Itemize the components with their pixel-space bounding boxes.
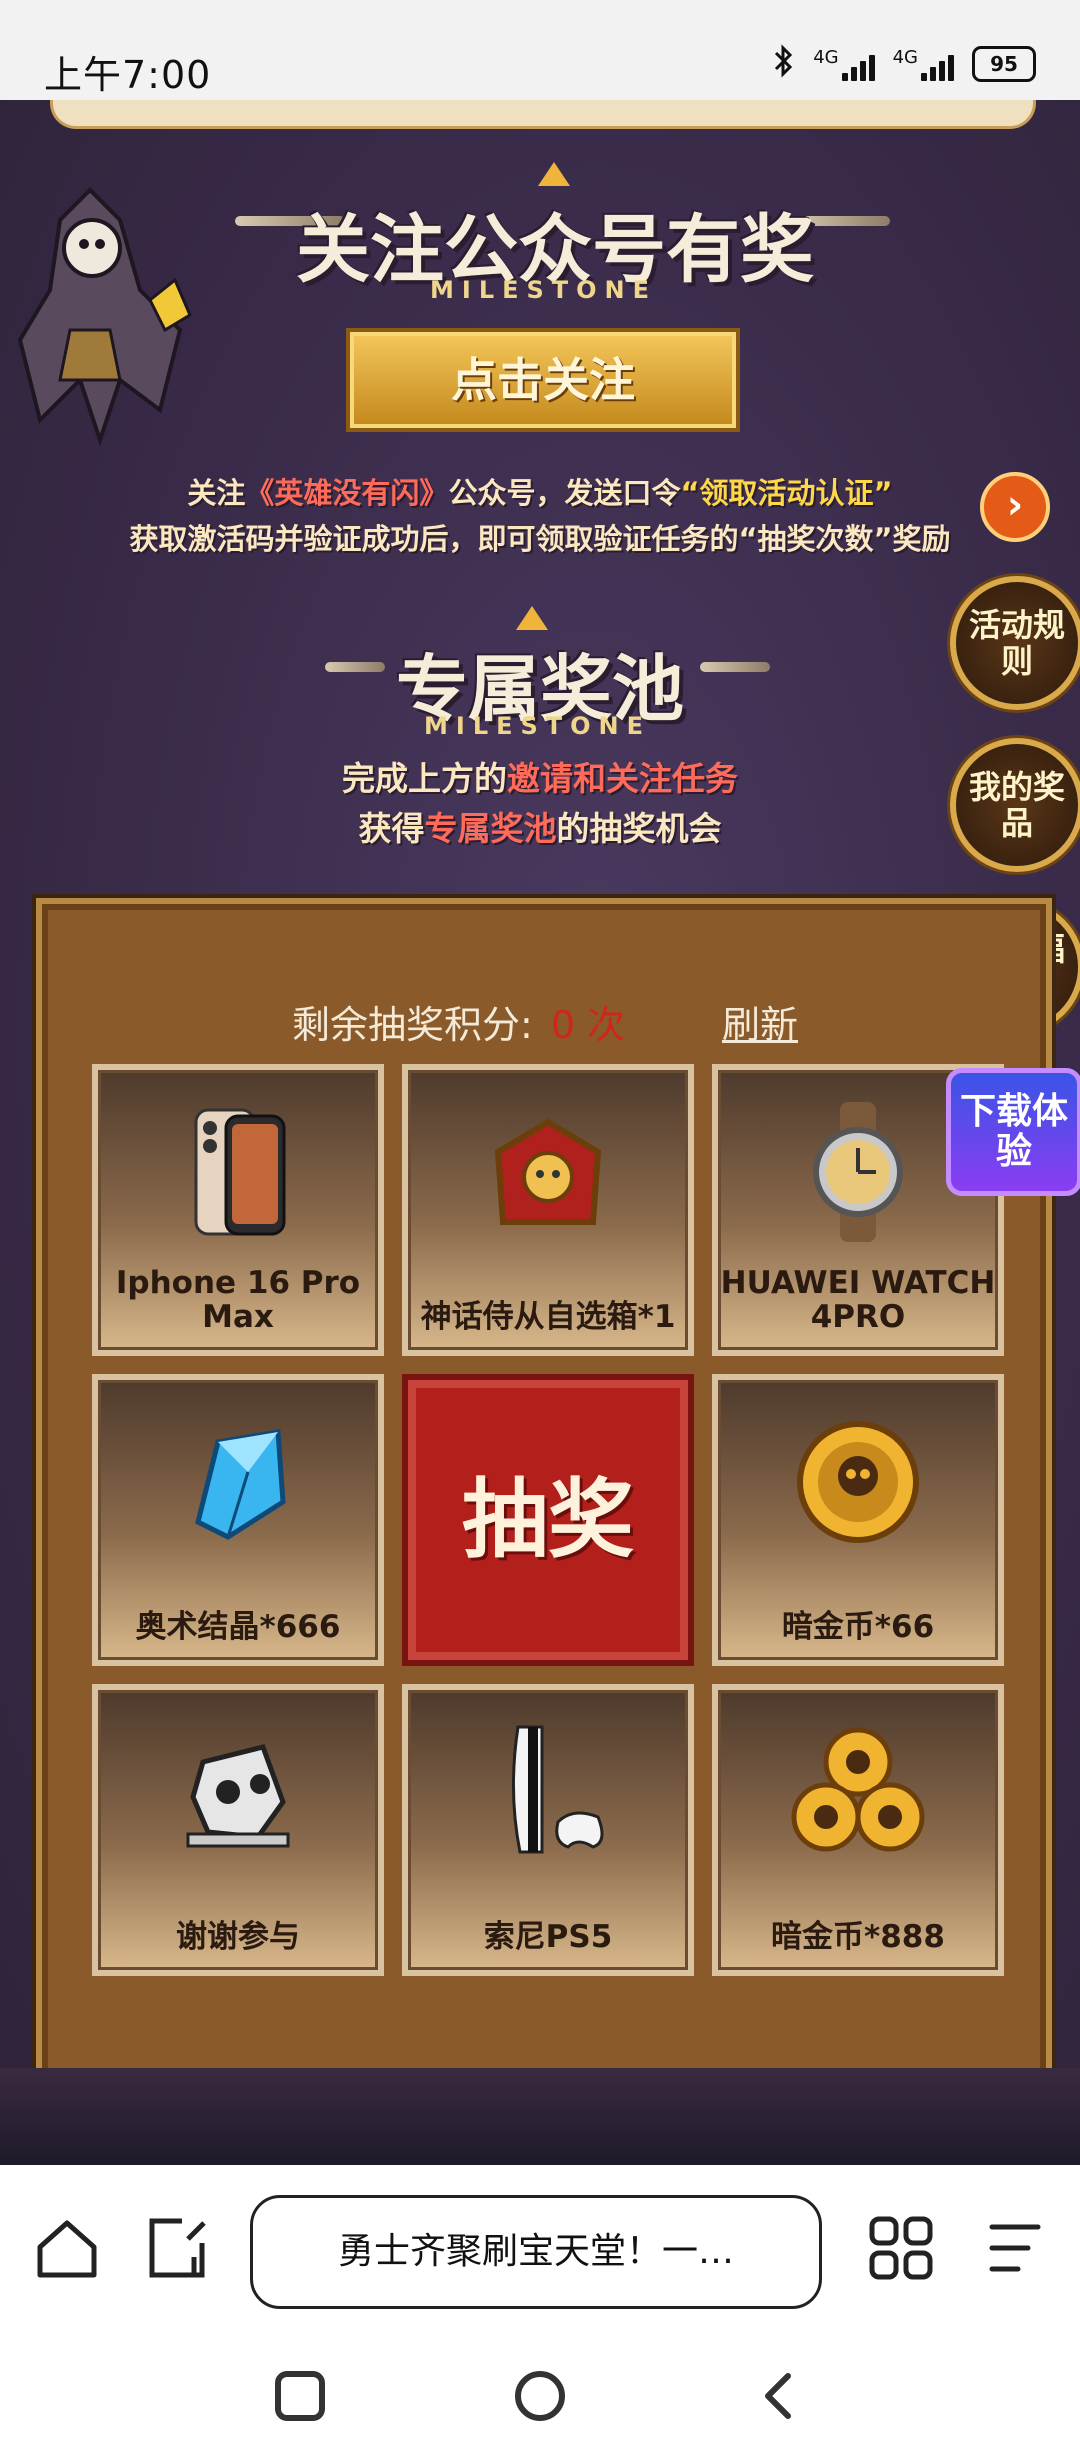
draw-button[interactable]: 抽奖	[402, 1374, 694, 1666]
prize-label: Iphone 16 Pro Max	[115, 1265, 361, 1335]
lottery-board: 剩余抽奖积分: 0次 刷新 Iphone 16 Pro Max 神话侍从自选箱*…	[36, 898, 1052, 2080]
ground-decoration	[0, 2068, 1080, 2165]
console-icon	[478, 1722, 618, 1862]
follow-button[interactable]: 点击关注	[350, 332, 736, 428]
system-nav-bar	[0, 2330, 1080, 2460]
prize-label: 谢谢参与	[176, 1919, 300, 1955]
activity-page: 关注公众号有奖 MILESTONE 点击关注 关注《英雄没有闪》公众号，发送口令…	[0, 100, 1080, 2165]
phone-icon	[168, 1102, 308, 1242]
menu-icon[interactable]	[978, 2213, 1048, 2283]
watch-icon	[788, 1102, 928, 1242]
follow-instruction: 关注《英雄没有闪》公众号，发送口令“领取活动认证” 获取激活码并验证成功后，即可…	[129, 476, 951, 556]
code-text: “领取活动认证”	[680, 476, 893, 510]
prize-cell: 暗金币*888	[712, 1684, 1004, 1976]
download-trial-button[interactable]: 下载体验	[946, 1068, 1080, 1196]
pool-subtitle: 完成上方的邀请和关注任务 获得专属奖池的抽奖机会	[342, 759, 738, 848]
address-bar[interactable]: 勇士齐聚刷宝天堂！一…	[250, 2195, 822, 2309]
prize-cell: 神话侍从自选箱*1	[402, 1064, 694, 1356]
crown-icon-2	[516, 606, 548, 630]
rules-button[interactable]: 活动规则	[950, 576, 1080, 710]
status-icons: 4G 4G 95	[773, 44, 1036, 84]
pool-milestone: MILESTONE	[424, 712, 652, 740]
my-prizes-button[interactable]: 我的奖品	[950, 738, 1080, 872]
arrow-right-button[interactable]: ›	[980, 472, 1050, 542]
points-display: 剩余抽奖积分: 0次	[292, 1003, 626, 1047]
bookmark-edit-icon[interactable]	[142, 2213, 212, 2283]
back-icon[interactable]	[750, 2366, 810, 2426]
prize-cell: 暗金币*66	[712, 1374, 1004, 1666]
prize-label: HUAWEI WATCH 4PRO	[720, 1265, 996, 1335]
prize-cell: 索尼PS5	[402, 1684, 694, 1976]
home-circle-icon[interactable]	[510, 2366, 570, 2426]
coins-icon	[788, 1722, 928, 1862]
status-time: 上午7:00	[44, 53, 212, 97]
prize-label: 神话侍从自选箱*1	[420, 1299, 676, 1335]
signal-icon: 4G	[813, 47, 875, 81]
signal-icon-2: 4G	[893, 47, 954, 81]
coin-icon	[788, 1412, 928, 1552]
recent-apps-icon[interactable]	[270, 2366, 330, 2426]
home-icon[interactable]	[32, 2213, 102, 2283]
hero-character-icon	[0, 180, 210, 460]
prize-cell: Iphone 16 Pro Max	[92, 1064, 384, 1356]
prize-label: 索尼PS5	[483, 1919, 613, 1955]
chest-icon	[478, 1102, 618, 1242]
prize-label: 暗金币*66	[781, 1609, 935, 1645]
points-count: 0	[550, 1003, 576, 1047]
prize-cell: 奥术结晶*666	[92, 1374, 384, 1666]
skull-icon	[168, 1722, 308, 1862]
crown-icon	[538, 162, 570, 186]
apps-grid-icon[interactable]	[866, 2213, 936, 2283]
prize-label: 奥术结晶*666	[135, 1609, 341, 1645]
bluetooth-icon	[773, 44, 795, 84]
refresh-link[interactable]: 刷新	[722, 994, 798, 1049]
prize-cell: 谢谢参与	[92, 1684, 384, 1976]
crystal-icon	[168, 1412, 308, 1552]
account-name: 《英雄没有闪》	[245, 476, 449, 510]
browser-toolbar: 勇士齐聚刷宝天堂！一…	[0, 2165, 1080, 2330]
prize-label: 暗金币*888	[771, 1919, 945, 1955]
status-bar: 上午7:00 4G 4G 95	[0, 0, 1080, 100]
top-banner	[50, 100, 1036, 129]
battery-icon: 95	[972, 46, 1036, 82]
follow-milestone: MILESTONE	[430, 276, 658, 304]
